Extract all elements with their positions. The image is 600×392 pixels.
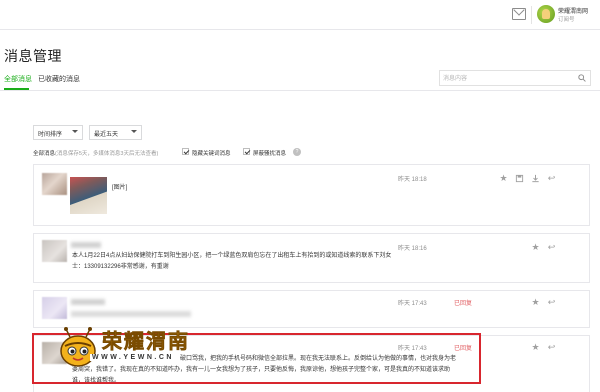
chevron-down-icon bbox=[131, 130, 137, 133]
sender-name[interactable] bbox=[71, 242, 101, 248]
download-icon[interactable] bbox=[531, 174, 540, 183]
reply-status-badge: 已回复 bbox=[454, 301, 473, 307]
sort-select[interactable]: 时间排序 bbox=[33, 125, 83, 140]
message-item: [图片] 昨天 18:18 ★ ↩ bbox=[33, 164, 590, 226]
block-harass-checkbox[interactable] bbox=[243, 148, 250, 155]
account-name[interactable]: 荣耀渭南网 bbox=[558, 6, 588, 15]
message-item: 昨天 17:43 已回复 ★ ↩ bbox=[33, 290, 590, 328]
top-bar: 荣耀渭南网 订阅号 bbox=[0, 0, 600, 30]
divider bbox=[531, 6, 532, 24]
sender-name[interactable] bbox=[71, 299, 105, 305]
reply-icon[interactable]: ↩ bbox=[547, 298, 556, 307]
summary-label: 全部消息 bbox=[33, 151, 56, 157]
search-icon[interactable] bbox=[578, 74, 586, 82]
search-box bbox=[439, 70, 591, 86]
watermark-title: 荣耀渭南 bbox=[102, 329, 190, 354]
hide-keyword-checkbox[interactable] bbox=[182, 148, 189, 155]
bee-logo-icon bbox=[60, 327, 96, 367]
sender-avatar[interactable] bbox=[42, 173, 67, 195]
message-time: 昨天 18:16 bbox=[398, 246, 427, 252]
message-text-blurred bbox=[71, 311, 191, 317]
tab-all-messages[interactable]: 全部消息 bbox=[4, 74, 32, 84]
search-input[interactable] bbox=[443, 73, 573, 84]
account-type: 订阅号 bbox=[558, 17, 575, 23]
reply-icon[interactable]: ↩ bbox=[547, 343, 556, 352]
page-title: 消息管理 bbox=[4, 48, 62, 64]
message-text: [图片] bbox=[112, 185, 128, 191]
sender-avatar[interactable] bbox=[42, 297, 67, 319]
reply-icon[interactable]: ↩ bbox=[547, 174, 556, 183]
sender-avatar[interactable] bbox=[42, 240, 67, 262]
save-icon[interactable] bbox=[515, 174, 524, 183]
range-select[interactable]: 最近五天 bbox=[89, 125, 142, 140]
message-time: 昨天 17:43 bbox=[398, 301, 427, 307]
summary-note: (消息保存5天，多媒体消息3天后无法查看) bbox=[55, 151, 159, 157]
star-icon[interactable]: ★ bbox=[499, 174, 508, 183]
message-time: 昨天 18:18 bbox=[398, 177, 427, 183]
watermark: 荣耀渭南 WWW.YEWN.CN bbox=[56, 324, 226, 372]
star-icon[interactable]: ★ bbox=[531, 343, 540, 352]
star-icon[interactable]: ★ bbox=[531, 298, 540, 307]
message-image-thumbnail[interactable] bbox=[70, 177, 107, 214]
chevron-down-icon bbox=[72, 130, 78, 133]
message-item: 本人1月22日4点从妇幼保健院打车到阳生园小区，把一个绿蓝色双肩包忘在了出租车上… bbox=[33, 233, 590, 283]
message-summary: 全部消息(消息保存5天，多媒体消息3天后无法查看) bbox=[33, 149, 158, 157]
star-icon[interactable]: ★ bbox=[531, 243, 540, 252]
tab-starred-messages[interactable]: 已收藏的消息 bbox=[38, 74, 80, 84]
account-avatar[interactable] bbox=[537, 5, 555, 23]
reply-icon[interactable]: ↩ bbox=[547, 243, 556, 252]
sort-select-value: 时间排序 bbox=[38, 132, 63, 138]
watermark-url: WWW.YEWN.CN bbox=[90, 354, 176, 361]
tabs-divider bbox=[0, 90, 600, 91]
block-harass-label[interactable]: 屏蔽骚扰消息 bbox=[253, 149, 286, 157]
help-icon[interactable]: ? bbox=[293, 148, 301, 156]
mail-icon[interactable] bbox=[512, 8, 526, 20]
hide-keyword-label[interactable]: 隐藏关键词消息 bbox=[192, 149, 231, 157]
message-text: 本人1月22日4点从妇幼保健院打车到阳生园小区，把一个绿蓝色双肩包忘在了出租车上… bbox=[72, 253, 392, 270]
range-select-value: 最近五天 bbox=[94, 132, 119, 138]
